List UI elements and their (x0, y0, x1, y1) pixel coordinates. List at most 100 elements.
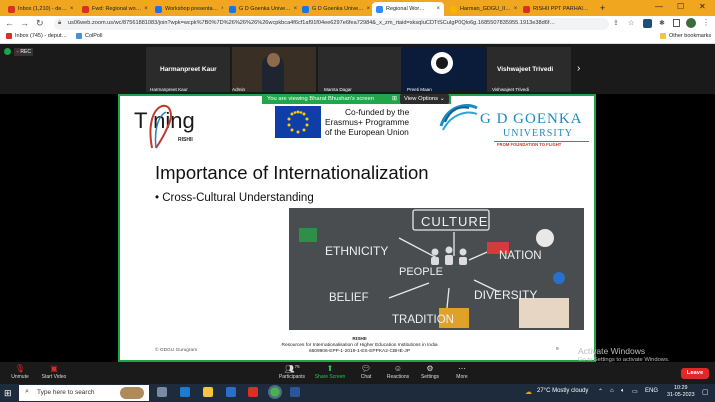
erasmus-line: of the European Union (325, 127, 409, 137)
reload-icon[interactable]: ↻ (36, 18, 44, 29)
participant-name: Harmanpreet Kaur (160, 66, 217, 73)
tab-close-icon[interactable]: × (70, 6, 74, 12)
maximize-icon[interactable]: ☐ (677, 2, 684, 11)
share-screen-icon: ⬆ (326, 364, 334, 373)
participant-tile[interactable]: Harmanpreet Kaur (146, 47, 230, 92)
participant-tile[interactable]: Vishwajeet Trivedi (487, 47, 571, 92)
clock-time: 10:29 (674, 385, 688, 391)
back-icon[interactable]: ← (5, 18, 14, 28)
browser-tab[interactable]: Inbox (1,210) - de… × (4, 2, 76, 16)
participant-tile[interactable] (318, 47, 402, 92)
participant-tile-video[interactable] (232, 47, 316, 92)
menu-kebab-icon[interactable]: ⋮ (702, 18, 710, 27)
recording-indicator: ● REC (14, 48, 33, 56)
store-icon[interactable] (226, 387, 236, 397)
tab-close-icon[interactable]: × (221, 6, 223, 12)
browser-tab[interactable]: G D Goenka Unive… × (225, 2, 297, 16)
tray-up-icon[interactable]: ⌃ (598, 388, 603, 395)
chalk-word: PEOPLE (399, 266, 444, 278)
sidepanel-icon[interactable] (673, 19, 680, 27)
culture-chalkboard-image: CULTURE ETHNICITY PEOPLE NATION BELIEF D… (289, 208, 584, 330)
bookmark-inbox[interactable]: Inbox (745) - deput… (6, 33, 67, 39)
tab-close-icon[interactable]: × (436, 6, 440, 12)
participant-tile[interactable] (401, 47, 485, 92)
tab-close-icon[interactable]: × (294, 6, 297, 12)
tab-close-icon[interactable]: × (144, 6, 148, 12)
share-screen-button[interactable]: ⬆ Share Screen (310, 364, 350, 380)
tab-close-icon[interactable]: × (514, 6, 518, 12)
browser-tab[interactable]: Regional Wor… × (372, 2, 444, 16)
erasmus-line: Co-funded by the (345, 107, 410, 117)
tuning-swirl-icon (149, 104, 172, 149)
new-tab-button[interactable]: + (600, 3, 605, 13)
chat-label: Chat (360, 374, 372, 380)
participant-label: Mamta Dagar (324, 87, 352, 92)
pdf-reader-icon[interactable] (248, 387, 258, 397)
browser-tab[interactable]: Fwd: Regional wo… × (78, 2, 150, 16)
chrome-icon[interactable] (268, 385, 282, 399)
word-icon[interactable] (290, 387, 300, 397)
view-options-button[interactable]: View Options ⌄ (400, 94, 449, 104)
shield-icon (4, 48, 11, 55)
more-dots-icon: ⋯ (458, 364, 466, 373)
tuning-logo-sub: RISHII (178, 137, 193, 143)
browser-tab[interactable]: Harman_GDGU_II… × (446, 2, 518, 16)
tab-label: Workshop presenta… (165, 6, 219, 12)
notification-icon[interactable]: ▢ (702, 388, 709, 396)
start-video-label: Start Video (41, 374, 67, 380)
weather-text[interactable]: 27°C Mostly cloudy (537, 388, 588, 394)
erasmus-text: Co-funded by the Erasmus+ Programme of t… (325, 107, 409, 137)
system-clock[interactable]: 10:29 31-05-2023 (667, 385, 695, 399)
participants-icon: 👥︎76 (284, 364, 300, 374)
tab-favicon-icon (376, 5, 383, 13)
forward-icon[interactable]: → (20, 18, 29, 28)
bookmark-other-label: Other bookmarks (669, 33, 712, 39)
network-icon[interactable]: ⌂ (610, 388, 614, 394)
extension-icon[interactable] (643, 19, 652, 28)
url-input[interactable]: 🔒︎ us06web.zoom.us/wc/87561881083/join?w… (54, 18, 609, 30)
browser-tab[interactable]: RISHII PPT PARHAI…× (519, 2, 591, 16)
pin-icon[interactable]: ⊞ (392, 95, 397, 102)
bookmark-star-icon[interactable]: ☆ (628, 19, 634, 27)
windows-start-icon[interactable]: ⊞ (4, 388, 12, 399)
bookmark-inbox-label: Inbox (745) - deput… (15, 33, 67, 39)
activate-windows-title: Activate Windows (578, 346, 646, 356)
bookmark-other[interactable]: Other bookmarks (660, 33, 711, 39)
weather-icon[interactable]: ☁︎ (525, 388, 532, 396)
bookmark-colpoll[interactable]: ColPoll (76, 33, 102, 39)
edge-icon[interactable] (180, 387, 190, 397)
browser-tab[interactable]: G D Goenka Unive… × (298, 2, 370, 16)
url-text: us06web.zoom.us/wc/87561881083/join?wpk=… (68, 20, 555, 26)
unmute-label: Unmute (11, 374, 29, 380)
volume-icon[interactable]: 🔈︎ (621, 388, 625, 395)
file-explorer-icon[interactable] (203, 387, 213, 397)
tab-label: Harman_GDGU_II… (460, 6, 511, 12)
tab-favicon-icon (155, 5, 162, 13)
battery-icon[interactable]: ▭ (632, 388, 638, 395)
erasmus-line: Erasmus+ Programme (325, 117, 410, 127)
tab-label: Fwd: Regional wo… (92, 6, 142, 12)
chalk-word: ETHNICITY (325, 244, 389, 258)
close-window-icon[interactable]: ✕ (699, 2, 706, 11)
start-video-button[interactable]: ▣ Start Video (34, 364, 74, 380)
participant-name: Vishwajeet Trivedi (497, 66, 554, 73)
extensions-puzzle-icon[interactable]: ✱ (659, 19, 665, 27)
language-indicator[interactable]: ENG (645, 388, 658, 394)
task-view-icon[interactable] (157, 387, 167, 397)
participant-label: Vishwajeet Trivedi (492, 87, 529, 92)
tab-close-icon[interactable]: × (367, 6, 370, 12)
leave-button[interactable]: Leave (681, 368, 709, 379)
more-button[interactable]: ⋯ More (442, 364, 482, 380)
search-icon: ⌕ (25, 388, 29, 395)
university-tagline: FROM FOUNDATION TO FLIGHT (497, 142, 562, 147)
chevron-down-icon: ⌄ (439, 96, 445, 102)
browser-tab[interactable]: Workshop presenta… × (151, 2, 223, 16)
minimize-icon[interactable]: — (655, 2, 663, 11)
participants-button[interactable]: 👥︎76 Participants (272, 364, 312, 380)
view-options-label: View Options (404, 96, 439, 102)
share-icon[interactable]: ⇪ (613, 19, 619, 27)
profile-avatar[interactable] (686, 18, 696, 28)
slide-bullet: • Cross-Cultural Understanding (155, 192, 314, 204)
next-gallery-page-icon[interactable]: › (577, 63, 580, 74)
eu-flag-icon (275, 106, 321, 138)
